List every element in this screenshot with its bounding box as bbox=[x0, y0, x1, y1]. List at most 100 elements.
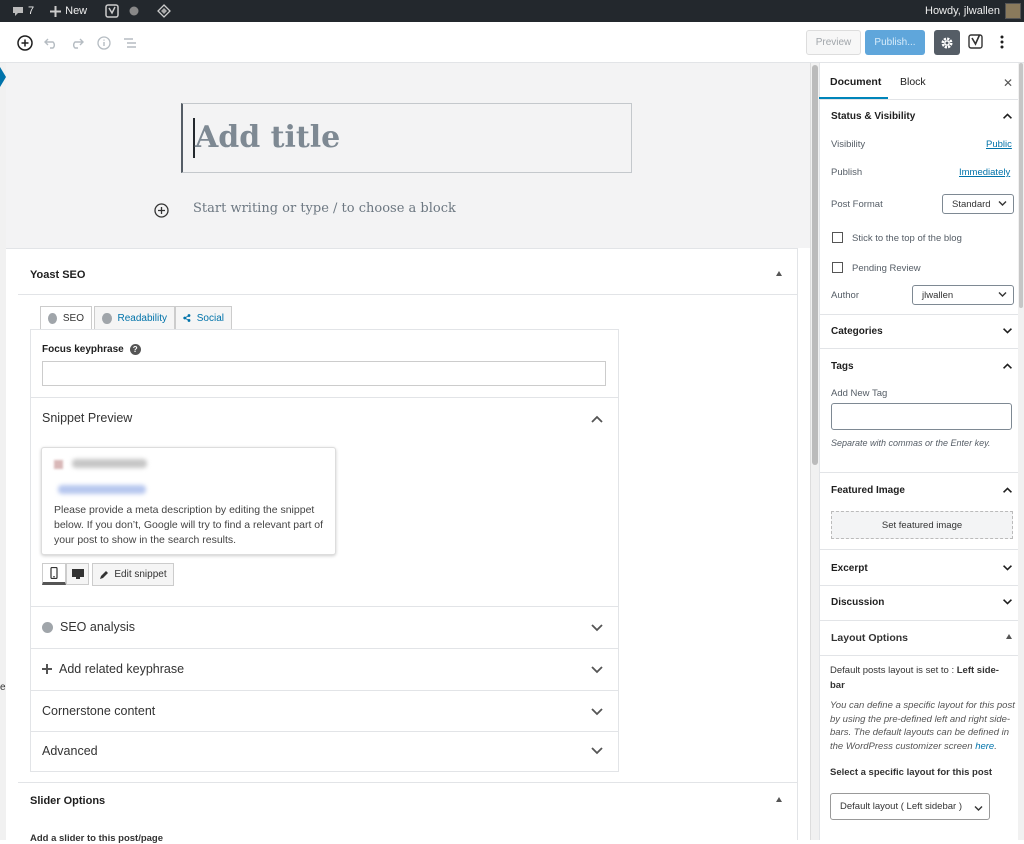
layout-select[interactable]: Default layout ( Left sidebar ) bbox=[830, 793, 990, 820]
plus-icon bbox=[50, 5, 62, 17]
chevron-down-icon bbox=[974, 806, 983, 811]
focus-keyphrase-text: Focus keyphrase bbox=[42, 344, 124, 355]
focus-keyphrase-label: Focus keyphrase ? bbox=[42, 344, 141, 355]
chevron-up-icon[interactable] bbox=[1002, 112, 1013, 120]
yoast-tab-seo[interactable]: SEO bbox=[40, 306, 92, 330]
plugin-menu[interactable] bbox=[152, 0, 176, 22]
comments-menu[interactable]: 7 bbox=[0, 0, 39, 22]
seo-score-dot bbox=[48, 312, 57, 324]
seo-analysis-toggle[interactable]: SEO analysis bbox=[42, 620, 135, 634]
status-visibility-header[interactable]: Status & Visibility bbox=[831, 111, 915, 122]
visibility-label: Visibility bbox=[831, 139, 866, 150]
divider bbox=[31, 690, 618, 691]
seo-analysis-dot bbox=[42, 621, 53, 633]
settings-button[interactable] bbox=[934, 30, 960, 55]
preview-button[interactable]: Preview bbox=[806, 30, 861, 55]
desktop-preview-button[interactable] bbox=[66, 563, 89, 585]
status-circle-menu[interactable] bbox=[124, 0, 144, 22]
redo-button[interactable] bbox=[68, 34, 85, 51]
snippet-preview-toggle[interactable]: Snippet Preview bbox=[42, 411, 132, 425]
author-value: jlwallen bbox=[922, 289, 954, 301]
snippet-description: Please provide a meta description by edi… bbox=[54, 504, 324, 546]
divider bbox=[819, 472, 1018, 473]
close-icon[interactable]: ✕ bbox=[1003, 76, 1013, 90]
yoast-tab-readability[interactable]: Readability bbox=[94, 306, 175, 330]
yoast-panel-toggle-icon[interactable] bbox=[776, 271, 782, 276]
pencil-icon bbox=[100, 570, 109, 579]
advanced-toggle[interactable]: Advanced bbox=[42, 744, 98, 758]
scrollbar-thumb[interactable] bbox=[1019, 63, 1023, 308]
chevron-down-icon[interactable] bbox=[1002, 327, 1013, 335]
content-info-button[interactable] bbox=[95, 34, 112, 51]
main-scrollbar[interactable] bbox=[810, 63, 819, 840]
inline-add-block-button[interactable] bbox=[154, 203, 169, 218]
focus-keyphrase-input[interactable] bbox=[42, 361, 606, 386]
add-block-button[interactable] bbox=[16, 34, 33, 51]
add-tag-input[interactable] bbox=[831, 403, 1012, 430]
chevron-down-icon[interactable] bbox=[1002, 564, 1013, 572]
yoast-tab-label: SEO bbox=[62, 312, 84, 324]
author-select[interactable]: jlwallen bbox=[912, 285, 1014, 305]
discussion-header[interactable]: Discussion bbox=[831, 597, 884, 608]
post-format-select[interactable]: Standard bbox=[942, 194, 1014, 214]
block-placeholder[interactable]: Start writing or type / to choose a bloc… bbox=[193, 201, 456, 216]
new-label: New bbox=[65, 5, 88, 17]
yoast-tab-social[interactable]: Social bbox=[175, 306, 232, 330]
related-keyphrase-toggle[interactable]: Add related keyphrase bbox=[42, 662, 184, 676]
sidebar-scrollbar[interactable] bbox=[1018, 63, 1024, 840]
yoast-tab-label: Readability bbox=[117, 312, 167, 324]
slider-panel-toggle-icon[interactable] bbox=[776, 797, 782, 802]
customizer-link[interactable]: here bbox=[975, 741, 994, 752]
more-menu-button[interactable] bbox=[996, 31, 1008, 53]
categories-header[interactable]: Categories bbox=[831, 326, 883, 337]
redo-icon bbox=[72, 38, 84, 49]
yoast-panel-title[interactable]: Yoast SEO bbox=[30, 269, 85, 281]
snippet-preview-card[interactable]: Please provide a meta description by edi… bbox=[41, 447, 336, 555]
chevron-up-icon[interactable] bbox=[1002, 362, 1013, 370]
visibility-link[interactable]: Public bbox=[986, 139, 1012, 150]
block-navigation-button[interactable] bbox=[121, 34, 138, 51]
chevron-down-icon[interactable] bbox=[590, 746, 604, 756]
pending-review-checkbox[interactable] bbox=[832, 262, 843, 273]
author-label: Author bbox=[831, 290, 859, 301]
yoast-sidebar-button[interactable] bbox=[966, 31, 986, 53]
chevron-down-icon bbox=[998, 292, 1007, 297]
chevron-down-icon[interactable] bbox=[590, 623, 604, 633]
related-keyphrase-label: Add related keyphrase bbox=[59, 662, 185, 676]
excerpt-header[interactable]: Excerpt bbox=[831, 563, 868, 574]
chevron-up-icon[interactable] bbox=[590, 414, 604, 424]
post-title-field[interactable]: Add title bbox=[181, 103, 632, 173]
avatar bbox=[1005, 3, 1021, 19]
tags-header[interactable]: Tags bbox=[831, 361, 854, 372]
help-icon[interactable]: ? bbox=[129, 344, 141, 355]
layout-description: You can define a specific layout for thi… bbox=[830, 700, 1015, 752]
readability-score-dot bbox=[102, 312, 112, 324]
diamond-icon bbox=[157, 4, 172, 18]
mobile-icon bbox=[50, 567, 58, 579]
chevron-up-icon[interactable] bbox=[1002, 486, 1013, 494]
cornerstone-toggle[interactable]: Cornerstone content bbox=[42, 704, 155, 718]
chevron-down-icon[interactable] bbox=[1002, 598, 1013, 606]
edit-snippet-button[interactable]: Edit snippet bbox=[92, 563, 174, 586]
publish-date-link[interactable]: Immediately bbox=[959, 167, 1010, 178]
stick-to-top-checkbox[interactable] bbox=[832, 232, 843, 243]
chevron-down-icon[interactable] bbox=[590, 707, 604, 717]
slider-panel-title[interactable]: Slider Options bbox=[30, 795, 105, 807]
set-featured-image-button[interactable]: Set featured image bbox=[831, 511, 1013, 539]
scrollbar-thumb[interactable] bbox=[812, 65, 818, 465]
chevron-down-icon bbox=[998, 201, 1007, 206]
mobile-preview-button[interactable] bbox=[42, 563, 66, 585]
tab-block[interactable]: Block bbox=[900, 76, 926, 88]
account-menu[interactable]: Howdy, jlwallen bbox=[925, 0, 1021, 22]
layout-default-prefix: Default posts layout is set to : bbox=[830, 665, 957, 676]
yoast-admin-menu[interactable] bbox=[100, 0, 124, 22]
tab-document[interactable]: Document bbox=[830, 76, 881, 88]
layout-options-header[interactable]: Layout Options bbox=[831, 632, 908, 644]
publish-button[interactable]: Publish... bbox=[865, 30, 925, 55]
undo-button[interactable] bbox=[42, 34, 59, 51]
new-menu[interactable]: New bbox=[45, 0, 92, 22]
chevron-down-icon[interactable] bbox=[590, 665, 604, 675]
featured-image-header[interactable]: Featured Image bbox=[831, 485, 905, 496]
info-icon bbox=[96, 35, 111, 50]
layout-options-toggle-icon[interactable] bbox=[1006, 634, 1012, 639]
